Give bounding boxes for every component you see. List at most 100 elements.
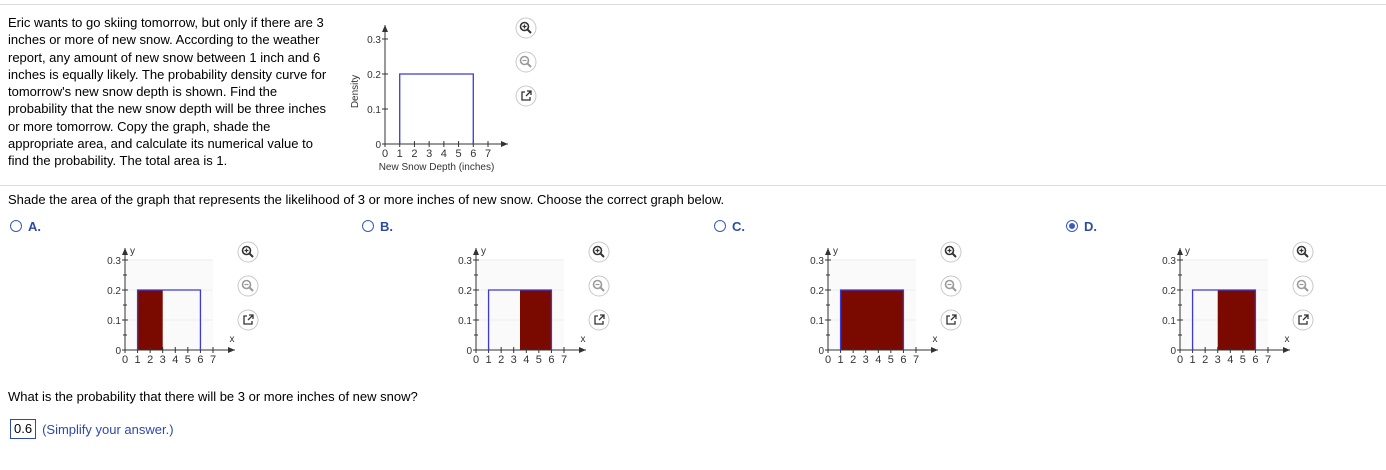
option-c[interactable]: C. [714, 218, 745, 234]
shaded-region [840, 290, 904, 350]
x-axis-arrow [1283, 347, 1290, 353]
y-tick-label: 0.3 [107, 256, 121, 267]
x-tick-label: 3 [511, 354, 517, 366]
y-tick-label: 0 [818, 346, 824, 357]
option-c-graph: 0 1 2 3 4 5 6 700.10.20.3xy [810, 241, 962, 366]
shaded-region [137, 290, 163, 350]
x-tick-label: 3 [1215, 354, 1221, 366]
y-tick-label: 0.2 [810, 286, 824, 297]
option-c-radio[interactable] [714, 220, 726, 232]
option-d-graph: 0 1 2 3 4 5 6 700.10.20.3xy [1162, 241, 1314, 366]
zoom-in-icon[interactable] [515, 17, 537, 39]
x-tick-label: 7 [210, 354, 216, 366]
x-tick-label: 0 [825, 354, 831, 366]
problem-text: Eric wants to go skiing tomorrow, but on… [8, 15, 327, 169]
x-tick-label: 1 [486, 354, 492, 366]
y-tick-label: 0 [115, 346, 121, 357]
zoom-out-icon[interactable] [1292, 275, 1314, 297]
question-prompt: Shade the area of the graph that represe… [8, 192, 725, 207]
y-tick-label: 0.1 [367, 105, 381, 116]
y-tick-label: 0.1 [107, 316, 121, 327]
y-axis-title: y [833, 246, 838, 257]
answer-input[interactable]: 0.6 [10, 419, 37, 439]
option-b-radio[interactable] [362, 220, 374, 232]
y-axis-title: y [130, 246, 135, 257]
y-axis-title: y [1185, 246, 1190, 257]
zoom-out-icon[interactable] [588, 275, 610, 297]
x-tick-label: 3 [160, 354, 166, 366]
option-b[interactable]: B. [362, 218, 393, 234]
zoom-out-icon[interactable] [237, 275, 259, 297]
top-divider [0, 4, 1386, 5]
x-tick-label: 5 [888, 354, 894, 366]
x-tick-label: 2 [498, 354, 504, 366]
x-tick-label: 1 [135, 354, 141, 366]
density-curve [399, 73, 474, 144]
y-tick-label: 0.2 [1162, 286, 1176, 297]
zoom-out-icon[interactable] [940, 275, 962, 297]
y-tick-label: 0 [466, 346, 472, 357]
main-density-graph: 0 1 2 3 4 5 6 700.10.20.3New Snow Depth (inches… [350, 17, 537, 173]
external-link-icon[interactable] [940, 309, 962, 331]
y-tick-label: 0.3 [1162, 256, 1176, 267]
x-axis-arrow [931, 347, 938, 353]
x-tick-label: 4 [523, 354, 529, 366]
y-axis-title: Density [350, 75, 361, 108]
x-tick-label: 5 [456, 148, 462, 160]
option-d-label: D. [1084, 218, 1097, 234]
y-axis-arrow [473, 248, 479, 255]
zoom-in-icon[interactable] [1292, 241, 1314, 263]
y-axis-arrow [382, 25, 388, 32]
section-divider [0, 185, 1386, 186]
option-a-radio[interactable] [10, 220, 22, 232]
x-tick-label: 2 [147, 354, 153, 366]
x-tick-label: 7 [561, 354, 567, 366]
y-tick-label: 0.2 [107, 286, 121, 297]
x-tick-label: 7 [1265, 354, 1271, 366]
x-axis-title: x [1285, 334, 1290, 345]
y-axis-arrow [1177, 248, 1183, 255]
zoom-out-icon[interactable] [515, 51, 537, 73]
option-d[interactable]: D. [1066, 218, 1097, 234]
x-tick-label: 2 [1202, 354, 1208, 366]
y-tick-label: 0 [375, 140, 381, 151]
y-tick-label: 0.1 [458, 316, 472, 327]
probability-question: What is the probability that there will … [8, 389, 418, 404]
x-tick-label: 2 [411, 148, 417, 160]
y-tick-label: 0.3 [458, 256, 472, 267]
x-tick-label: 0 [122, 354, 128, 366]
x-tick-label: 4 [441, 148, 447, 160]
external-link-icon[interactable] [1292, 309, 1314, 331]
shaded-region [1217, 290, 1256, 350]
zoom-in-icon[interactable] [588, 241, 610, 263]
x-tick-label: 0 [1177, 354, 1183, 366]
external-link-icon[interactable] [515, 85, 537, 107]
answer-row: 0.6 (Simplify your answer.) [10, 419, 174, 439]
answer-hint: (Simplify your answer.) [42, 421, 174, 437]
zoom-in-icon[interactable] [237, 241, 259, 263]
x-tick-label: 5 [1240, 354, 1246, 366]
x-tick-label: 4 [1227, 354, 1233, 366]
external-link-icon[interactable] [588, 309, 610, 331]
external-link-icon[interactable] [237, 309, 259, 331]
y-tick-label: 0.2 [458, 286, 472, 297]
y-tick-label: 0.2 [367, 70, 381, 81]
x-tick-label: 3 [863, 354, 869, 366]
option-d-radio[interactable] [1066, 220, 1078, 232]
option-c-label: C. [732, 218, 745, 234]
y-axis-arrow [825, 248, 831, 255]
x-tick-label: 6 [1252, 354, 1258, 366]
y-tick-label: 0.3 [367, 35, 381, 46]
option-a-graph: 0 1 2 3 4 5 6 700.10.20.3xy [107, 241, 259, 366]
x-axis-arrow [579, 347, 586, 353]
x-tick-label: 4 [172, 354, 178, 366]
y-tick-label: 0.1 [810, 316, 824, 327]
x-axis-arrow [501, 141, 508, 147]
y-tick-label: 0.1 [1162, 316, 1176, 327]
option-a[interactable]: A. [10, 218, 41, 234]
x-tick-label: 6 [548, 354, 554, 366]
x-axis-title: x [581, 334, 586, 345]
x-tick-label: 0 [473, 354, 479, 366]
x-tick-label: 5 [536, 354, 542, 366]
zoom-in-icon[interactable] [940, 241, 962, 263]
